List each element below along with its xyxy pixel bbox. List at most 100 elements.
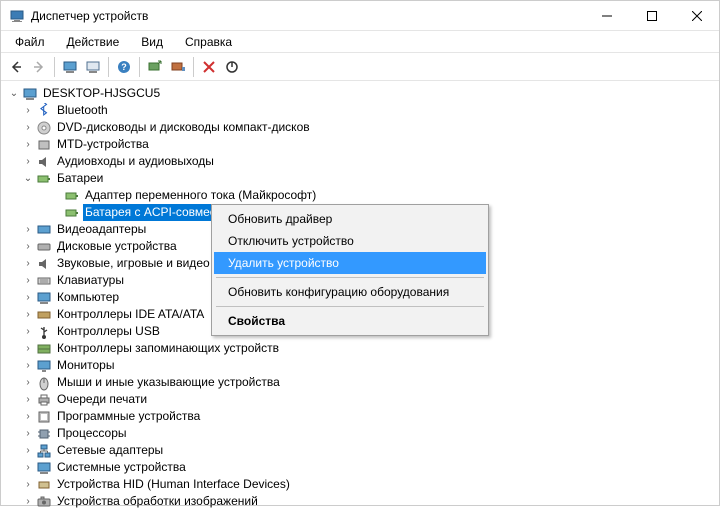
tree-node[interactable]: › Системные устройства <box>21 459 719 476</box>
tree-node[interactable]: › Мыши и иные указывающие устройства <box>21 374 719 391</box>
usb-icon <box>36 324 52 340</box>
tree-label: Сетевые адаптеры <box>55 442 165 459</box>
show-icon[interactable] <box>82 56 104 78</box>
svg-text:?: ? <box>121 62 127 72</box>
tree-label: Батареи <box>55 170 105 187</box>
menu-action[interactable]: Действие <box>57 33 130 51</box>
expand-icon[interactable]: › <box>21 153 35 170</box>
tree-label: Дисковые устройства <box>55 238 179 255</box>
tree-label: Очереди печати <box>55 391 149 408</box>
display-adapter-icon <box>36 222 52 238</box>
tree-label: Клавиатуры <box>55 272 126 289</box>
help-icon[interactable]: ? <box>113 56 135 78</box>
disk-icon <box>36 239 52 255</box>
titlebar: Диспетчер устройств <box>1 1 719 31</box>
menubar: Файл Действие Вид Справка <box>1 31 719 53</box>
mouse-icon <box>36 375 52 391</box>
audio-icon <box>36 154 52 170</box>
tree-node-batteries[interactable]: ⌄ Батареи <box>21 170 719 187</box>
expand-icon[interactable]: › <box>21 255 35 272</box>
ctx-separator <box>216 306 484 307</box>
tree-root[interactable]: ⌄ DESKTOP-HJSGCU5 <box>7 85 719 102</box>
tree-label: Процессоры <box>55 425 129 442</box>
expand-icon[interactable]: › <box>21 238 35 255</box>
tree-node[interactable]: ›Программные устройства <box>21 408 719 425</box>
expand-icon[interactable]: › <box>21 136 35 153</box>
expand-icon[interactable]: › <box>21 272 35 289</box>
ctx-disable-device[interactable]: Отключить устройство <box>214 230 486 252</box>
battery-icon <box>64 205 80 221</box>
expand-icon[interactable]: › <box>21 102 35 119</box>
expand-icon[interactable]: › <box>21 221 35 238</box>
ctx-separator <box>216 277 484 278</box>
tree-label: DVD-дисководы и дисководы компакт-дисков <box>55 119 312 136</box>
expand-icon[interactable]: › <box>21 425 35 442</box>
forward-button[interactable] <box>28 56 50 78</box>
tree-node[interactable]: › Устройства обработки изображений <box>21 493 719 510</box>
update-icon[interactable] <box>167 56 189 78</box>
tree-label: Мониторы <box>55 357 116 374</box>
toolbar-sep <box>193 57 194 77</box>
expand-icon[interactable]: › <box>21 340 35 357</box>
tree-node[interactable]: › Процессоры <box>21 425 719 442</box>
expand-icon[interactable]: › <box>21 493 35 510</box>
back-button[interactable] <box>5 56 27 78</box>
expand-icon[interactable]: › <box>21 374 35 391</box>
tree-node[interactable]: › Очереди печати <box>21 391 719 408</box>
minimize-button[interactable] <box>584 1 629 31</box>
maximize-button[interactable] <box>629 1 674 31</box>
expand-icon[interactable]: › <box>21 119 35 136</box>
mtd-icon <box>36 137 52 153</box>
computer-icon[interactable] <box>59 56 81 78</box>
tree-label: Устройства обработки изображений <box>55 493 260 510</box>
expand-icon[interactable]: › <box>21 357 35 374</box>
printer-icon <box>36 392 52 408</box>
menu-view[interactable]: Вид <box>131 33 173 51</box>
tree-label: Звуковые, игровые и видео <box>55 255 212 272</box>
tree-label: Видеоадаптеры <box>55 221 148 238</box>
tree-label: Системные устройства <box>55 459 188 476</box>
collapse-icon[interactable]: ⌄ <box>7 85 21 102</box>
tree-node[interactable]: ›Bluetooth <box>21 102 719 119</box>
sound-icon <box>36 256 52 272</box>
monitor-icon <box>36 358 52 374</box>
expand-icon[interactable]: › <box>21 391 35 408</box>
expand-icon[interactable]: › <box>21 442 35 459</box>
tree-leaf[interactable]: Адаптер переменного тока (Майкрософт) <box>35 187 719 204</box>
tree-node[interactable]: › DVD-дисководы и дисководы компакт-диско… <box>21 119 719 136</box>
ide-icon <box>36 307 52 323</box>
uninstall-icon[interactable] <box>198 56 220 78</box>
ctx-refresh-config[interactable]: Обновить конфигурацию оборудования <box>214 281 486 303</box>
tree-node[interactable]: ›Устройства HID (Human Interface Devices… <box>21 476 719 493</box>
menu-help[interactable]: Справка <box>175 33 242 51</box>
tree-root-label: DESKTOP-HJSGCU5 <box>41 85 162 102</box>
tree-node[interactable]: › MTD-устройства <box>21 136 719 153</box>
collapse-icon[interactable]: ⌄ <box>21 170 35 187</box>
expand-icon[interactable]: › <box>21 476 35 493</box>
app-icon <box>9 8 25 24</box>
tree-node[interactable]: ›Контроллеры запоминающих устройств <box>21 340 719 357</box>
expand-icon[interactable]: › <box>21 306 35 323</box>
ctx-delete-device[interactable]: Удалить устройство <box>214 252 486 274</box>
scan-icon[interactable] <box>144 56 166 78</box>
system-icon <box>36 460 52 476</box>
expand-icon[interactable]: › <box>21 408 35 425</box>
tree-label: Аудиовходы и аудиовыходы <box>55 153 216 170</box>
disable-icon[interactable] <box>221 56 243 78</box>
expand-icon[interactable]: › <box>21 459 35 476</box>
tree-node[interactable]: › Мониторы <box>21 357 719 374</box>
tree-label: Мыши и иные указывающие устройства <box>55 374 282 391</box>
ctx-update-driver[interactable]: Обновить драйвер <box>214 208 486 230</box>
expand-icon[interactable]: › <box>21 289 35 306</box>
close-button[interactable] <box>674 1 719 31</box>
menu-file[interactable]: Файл <box>5 33 55 51</box>
battery-icon <box>64 188 80 204</box>
expand-icon[interactable]: › <box>21 323 35 340</box>
tree-label: MTD-устройства <box>55 136 151 153</box>
tree-node[interactable]: › Сетевые адаптеры <box>21 442 719 459</box>
tree-node[interactable]: › Аудиовходы и аудиовыходы <box>21 153 719 170</box>
cpu-icon <box>36 426 52 442</box>
toolbar-sep <box>54 57 55 77</box>
ctx-properties[interactable]: Свойства <box>214 310 486 332</box>
hid-icon <box>36 477 52 493</box>
